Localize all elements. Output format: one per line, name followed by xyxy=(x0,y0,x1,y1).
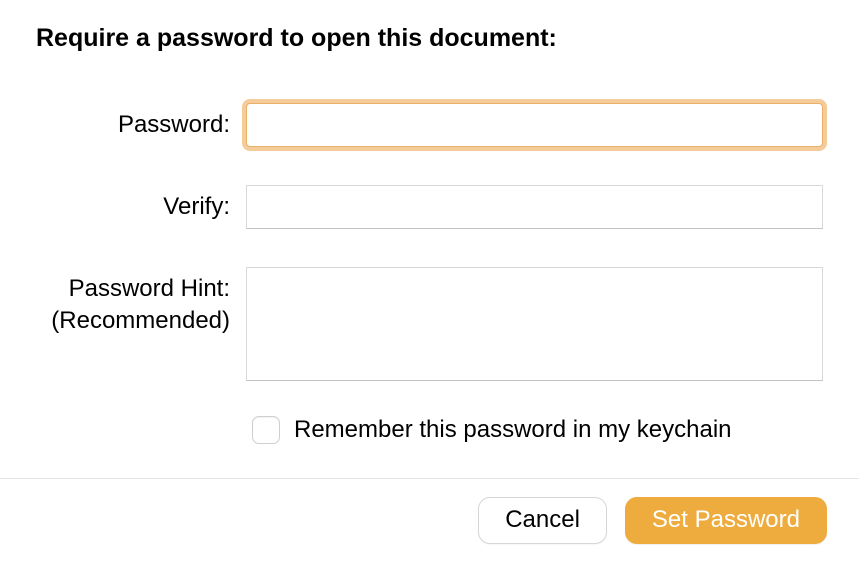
remember-row: Remember this password in my keychain xyxy=(252,416,823,444)
password-label: Password: xyxy=(36,103,246,141)
set-password-button[interactable]: Set Password xyxy=(625,497,827,544)
remember-label: Remember this password in my keychain xyxy=(294,416,732,444)
password-dialog: Require a password to open this document… xyxy=(0,0,859,444)
verify-row: Verify: xyxy=(36,185,823,229)
dialog-title: Require a password to open this document… xyxy=(36,24,823,53)
hint-row: Password Hint: (Recommended) xyxy=(36,267,823,386)
password-input[interactable] xyxy=(246,103,823,147)
verify-input[interactable] xyxy=(246,185,823,229)
hint-label-line2: (Recommended) xyxy=(36,305,230,337)
button-row: Cancel Set Password xyxy=(0,479,859,544)
password-row: Password: xyxy=(36,103,823,147)
hint-input[interactable] xyxy=(246,267,823,381)
verify-label: Verify: xyxy=(36,185,246,223)
hint-label-line1: Password Hint: xyxy=(36,273,230,305)
cancel-button[interactable]: Cancel xyxy=(478,497,607,544)
remember-checkbox[interactable] xyxy=(252,416,280,444)
hint-label: Password Hint: (Recommended) xyxy=(36,267,246,338)
